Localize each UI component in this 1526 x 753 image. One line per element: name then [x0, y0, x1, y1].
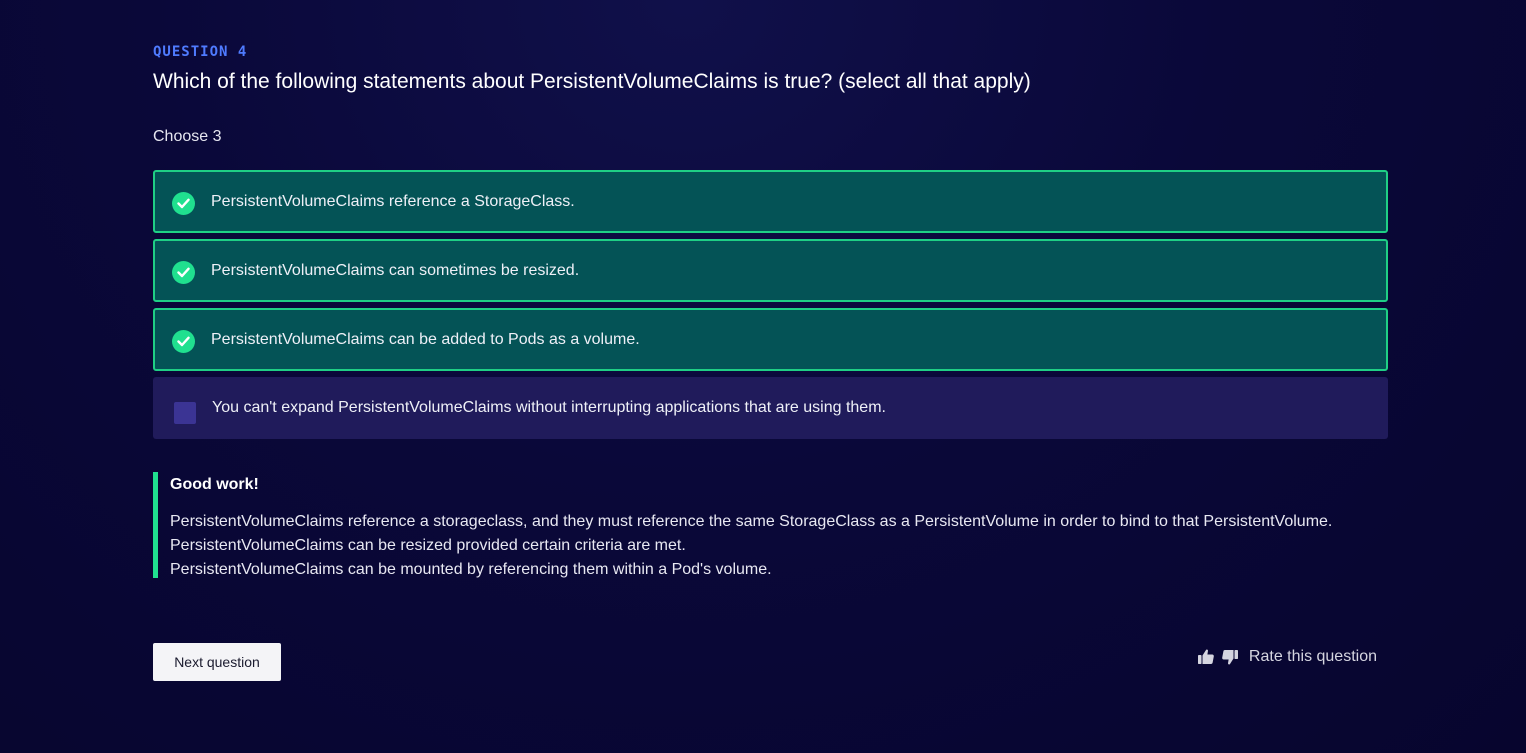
answer-option-4[interactable]: You can't expand PersistentVolumeClaims …	[153, 377, 1388, 439]
thumbs-up-icon[interactable]	[1197, 648, 1215, 666]
answer-option-3[interactable]: PersistentVolumeClaims can be added to P…	[153, 308, 1388, 371]
answer-option-text: PersistentVolumeClaims reference a Stora…	[211, 192, 575, 210]
rate-question-group: Rate this question	[1197, 648, 1377, 666]
question-number-label: QUESTION 4	[153, 44, 248, 60]
feedback-line: PersistentVolumeClaims can be mounted by…	[170, 561, 772, 578]
feedback-line: PersistentVolumeClaims reference a stora…	[170, 513, 1333, 530]
thumbs-down-icon[interactable]	[1221, 648, 1239, 666]
feedback-explanation: PersistentVolumeClaims reference a stora…	[170, 510, 1332, 582]
choose-count-instruction: Choose 3	[153, 128, 222, 145]
check-circle-icon	[172, 328, 195, 353]
feedback-title: Good work!	[170, 476, 259, 493]
answer-option-1[interactable]: PersistentVolumeClaims reference a Stora…	[153, 170, 1388, 233]
check-circle-icon	[172, 259, 195, 284]
check-circle-icon	[172, 190, 195, 215]
answer-option-text: PersistentVolumeClaims can be added to P…	[211, 330, 640, 348]
answer-option-text: You can't expand PersistentVolumeClaims …	[212, 399, 886, 416]
answer-option-text: PersistentVolumeClaims can sometimes be …	[211, 261, 580, 279]
next-question-button[interactable]: Next question	[153, 643, 281, 681]
rate-question-label[interactable]: Rate this question	[1249, 648, 1377, 666]
answer-options-list: PersistentVolumeClaims reference a Stora…	[153, 170, 1388, 445]
answer-option-2[interactable]: PersistentVolumeClaims can sometimes be …	[153, 239, 1388, 302]
checkbox-empty-icon	[173, 397, 196, 424]
feedback-line: PersistentVolumeClaims can be resized pr…	[170, 537, 686, 554]
question-title: Which of the following statements about …	[153, 70, 1031, 93]
feedback-panel: Good work! PersistentVolumeClaims refere…	[153, 472, 1388, 578]
